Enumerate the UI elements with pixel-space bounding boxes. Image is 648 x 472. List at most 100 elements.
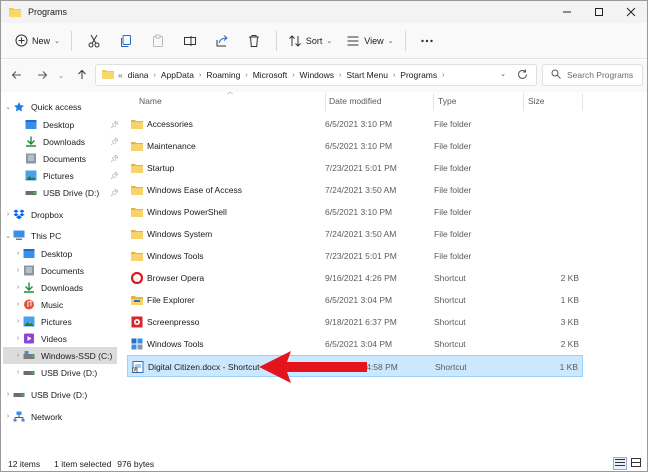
chevron-right-icon[interactable]: › (13, 250, 23, 257)
search-box[interactable]: Search Programs (542, 64, 643, 86)
column-divider[interactable] (582, 93, 583, 111)
arrow-right-icon (37, 70, 48, 83)
file-row[interactable]: Windows System 7/24/2021 3:50 AM File fold… (127, 223, 583, 245)
column-divider[interactable] (325, 93, 326, 111)
breadcrumb-item[interactable]: diana (128, 70, 149, 80)
nav-qa-downloads[interactable]: Downloads 📌︎ (3, 133, 119, 150)
plus-icon (14, 34, 28, 48)
file-row[interactable]: Accessories 6/5/2021 3:10 PM File folder (127, 113, 583, 135)
nav-pc-usb-drive[interactable]: › USB Drive (D:) (3, 364, 119, 381)
column-header-label: Size (528, 96, 545, 106)
nav-network[interactable]: › Network (3, 408, 119, 425)
chevron-down-icon: ⌄ (387, 37, 394, 45)
column-divider[interactable] (433, 93, 434, 111)
column-header-type[interactable]: Type (438, 91, 526, 111)
chevron-right-icon[interactable]: › (199, 72, 201, 79)
refresh-icon[interactable] (517, 69, 528, 83)
status-bar: 12 items 1 item selected 976 bytes (1, 456, 647, 471)
file-row[interactable]: Screenpresso 9/18/2021 6:37 PM Shortcut 3 K… (127, 311, 583, 333)
file-row[interactable]: File Explorer 6/5/2021 3:04 PM Shortcut 1 K… (127, 289, 583, 311)
chevron-right-icon[interactable]: › (3, 413, 13, 420)
file-row[interactable]: Browser Opera 9/16/2021 4:26 PM Shortcut 2 … (127, 267, 583, 289)
hidden-crumbs-indicator[interactable]: « (118, 70, 123, 80)
paste-button[interactable] (142, 28, 174, 54)
back-button[interactable] (5, 65, 27, 87)
file-date-cell: 6/5/2021 3:10 PM (325, 119, 393, 129)
new-button[interactable]: New ⌄ (9, 28, 65, 54)
cut-button[interactable] (78, 28, 110, 54)
nav-pc-pictures[interactable]: › Pictures (3, 313, 119, 330)
chevron-right-icon[interactable]: › (13, 301, 23, 308)
nav-qa-desktop[interactable]: Desktop 📌︎ (3, 116, 119, 133)
nav-quick-access[interactable]: ⌄ Quick access (3, 98, 119, 115)
pictures-icon (25, 170, 37, 181)
details-view-button[interactable] (613, 457, 627, 470)
file-row[interactable]: Startup 7/23/2021 5:01 PM File folder (127, 157, 583, 179)
chevron-right-icon[interactable]: › (13, 369, 23, 376)
up-button[interactable] (71, 65, 93, 87)
column-divider[interactable] (523, 93, 524, 111)
column-header-size[interactable]: Size (528, 91, 582, 111)
chevron-right-icon[interactable]: › (154, 72, 156, 79)
chevron-down-icon[interactable]: ⌄ (500, 70, 506, 78)
chevron-right-icon[interactable]: › (13, 335, 23, 342)
breadcrumb-item[interactable]: AppData (161, 70, 194, 80)
chevron-right-icon[interactable]: › (13, 352, 23, 359)
file-type-cell: File folder (434, 141, 472, 151)
chevron-right-icon[interactable]: › (245, 72, 247, 79)
file-row[interactable]: Windows Ease of Access 7/24/2021 3:50 AM F… (127, 179, 583, 201)
breadcrumb-item[interactable]: Roaming (206, 70, 240, 80)
chevron-right-icon[interactable]: › (442, 72, 444, 79)
file-row[interactable]: Windows PowerShell 6/5/2021 3:10 PM File f… (127, 201, 583, 223)
rename-button[interactable] (174, 28, 206, 54)
chevron-down-icon[interactable]: ⌄ (3, 103, 13, 111)
nav-label: Network (31, 411, 63, 422)
file-name: Windows Ease of Access (147, 185, 242, 195)
chevron-right-icon[interactable]: › (13, 318, 23, 325)
nav-pc-downloads[interactable]: › Downloads (3, 279, 119, 296)
nav-dropbox[interactable]: › Dropbox (3, 206, 119, 223)
chevron-right-icon[interactable]: › (13, 284, 23, 291)
sort-button[interactable]: Sort ⌄ (283, 28, 337, 54)
nav-this-pc[interactable]: ⌄ This PC (3, 227, 119, 244)
nav-pc-desktop[interactable]: › Desktop (3, 245, 119, 262)
nav-qa-documents[interactable]: Documents 📌︎ (3, 150, 119, 167)
nav-usb-drive-root[interactable]: › USB Drive (D:) (3, 386, 119, 403)
chevron-down-icon[interactable]: ⌄ (3, 232, 13, 240)
share-button[interactable] (206, 28, 238, 54)
close-button[interactable] (615, 1, 647, 23)
nav-qa-usb-drive[interactable]: USB Drive (D:) 📌︎ (3, 184, 119, 201)
nav-pc-videos[interactable]: › Videos (3, 330, 119, 347)
nav-qa-pictures[interactable]: Pictures 📌︎ (3, 167, 119, 184)
chevron-right-icon[interactable]: › (3, 391, 13, 398)
address-bar[interactable]: « diana › AppData › Roaming › Microsoft … (95, 64, 537, 86)
recent-locations-button[interactable]: ⌄ (53, 65, 69, 87)
forward-button[interactable] (31, 65, 53, 87)
breadcrumb-item[interactable]: Windows (300, 70, 334, 80)
chevron-right-icon[interactable]: › (339, 72, 341, 79)
breadcrumb-item[interactable]: Microsoft (253, 70, 287, 80)
file-row[interactable]: Maintenance 6/5/2021 3:10 PM File folder (127, 135, 583, 157)
delete-button[interactable] (238, 28, 270, 54)
maximize-button[interactable] (583, 1, 615, 23)
chevron-right-icon[interactable]: › (3, 211, 13, 218)
nav-pc-documents[interactable]: › Documents (3, 262, 119, 279)
column-header-name[interactable]: Name (139, 91, 327, 111)
breadcrumb-item[interactable]: Start Menu (346, 70, 388, 80)
breadcrumb-item[interactable]: Programs (400, 70, 437, 80)
chevron-right-icon[interactable]: › (13, 267, 23, 274)
view-toggles (611, 457, 643, 470)
chevron-right-icon[interactable]: › (393, 72, 395, 79)
nav-pc-music[interactable]: › Music (3, 296, 119, 313)
view-button[interactable]: View ⌄ (341, 28, 398, 54)
folder-icon (131, 251, 143, 262)
tiles-view-button[interactable] (629, 457, 643, 470)
file-size-cell: 1 KB (559, 362, 578, 372)
file-row[interactable]: Windows Tools 7/23/2021 5:01 PM File folde… (127, 245, 583, 267)
column-header-date[interactable]: Date modified (329, 91, 433, 111)
nav-pc-windows-ssd[interactable]: › Windows-SSD (C:) (3, 347, 117, 364)
more-options-button[interactable] (412, 28, 442, 54)
minimize-button[interactable] (551, 1, 583, 23)
copy-button[interactable] (110, 28, 142, 54)
chevron-right-icon[interactable]: › (292, 72, 294, 79)
